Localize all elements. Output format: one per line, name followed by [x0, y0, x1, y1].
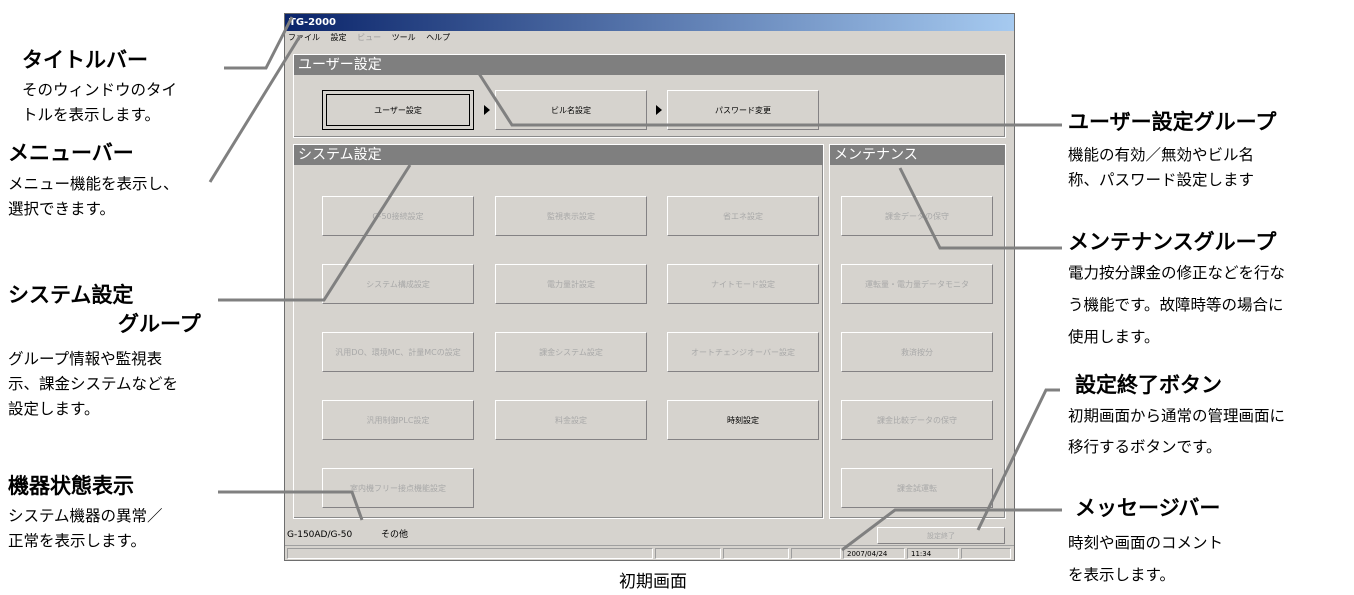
callout-line-device2: [300, 490, 364, 521]
callout-line-user: [476, 71, 1062, 127]
callout-line-titlebar: [224, 16, 294, 70]
callout-line-message: [841, 508, 1062, 552]
callout-line-menubar: [208, 35, 302, 183]
callout-line-maint: [898, 167, 1062, 250]
callout-lines: [208, 16, 1062, 552]
callout-line-system: [218, 164, 412, 302]
figure-caption: 初期画面: [619, 572, 687, 592]
